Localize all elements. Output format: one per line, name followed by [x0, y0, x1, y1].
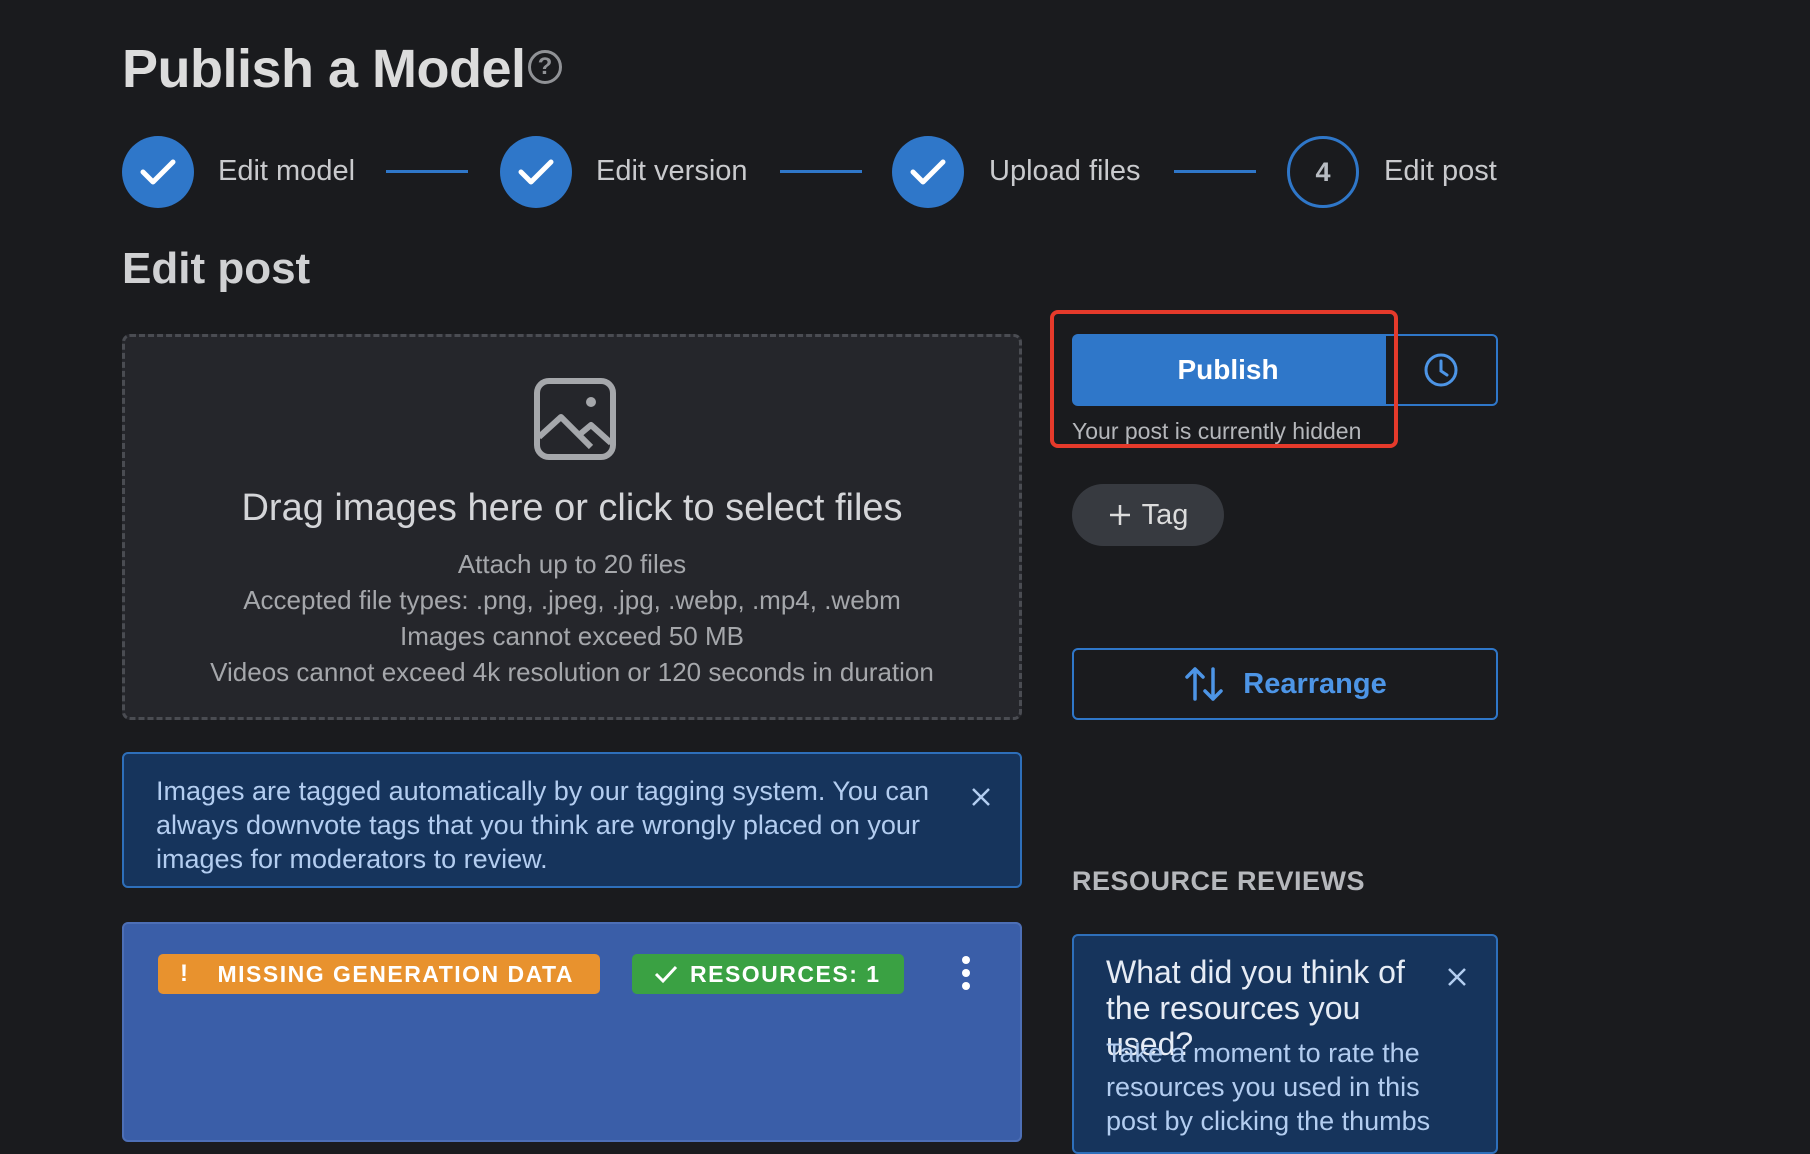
rearrange-label: Rearrange — [1243, 667, 1387, 700]
check-icon — [654, 964, 678, 984]
dropzone-image-size-limit: Images cannot exceed 50 MB — [400, 621, 744, 651]
step-upload-files-label[interactable]: Upload files — [989, 155, 1141, 188]
kebab-menu-icon[interactable] — [960, 956, 972, 996]
sort-arrows-icon — [1183, 665, 1225, 703]
dropzone-main-text: Drag images here or click to select file… — [241, 487, 903, 529]
publish-button[interactable]: Publish — [1072, 334, 1384, 406]
image-icon — [533, 377, 617, 466]
tagging-info-text: Images are tagged automatically by our t… — [156, 776, 929, 874]
uploaded-image-card[interactable]: ! MISSING GENERATION DATA RESOURCES: 1 — [122, 922, 1022, 1142]
step-edit-post-number[interactable]: 4 — [1287, 136, 1359, 208]
clock-icon — [1423, 352, 1459, 388]
step-edit-model-label[interactable]: Edit model — [218, 155, 355, 188]
post-visibility-text: Your post is currently hidden — [1072, 418, 1362, 444]
step-edit-version-label[interactable]: Edit version — [596, 155, 748, 188]
review-card-body: Take a moment to rate the resources you … — [1106, 1038, 1431, 1136]
rearrange-button[interactable]: Rearrange — [1072, 648, 1498, 720]
add-tag-label: Tag — [1141, 498, 1189, 531]
step-connector — [780, 170, 862, 173]
resources-badge[interactable]: RESOURCES: 1 — [632, 954, 904, 994]
plus-icon — [1108, 503, 1132, 527]
missing-generation-data-label: MISSING GENERATION DATA — [217, 960, 574, 987]
close-icon[interactable] — [1446, 964, 1468, 995]
image-dropzone[interactable]: Drag images here or click to select file… — [122, 334, 1022, 720]
step-upload-files-check-icon[interactable] — [892, 136, 964, 208]
exclamation-icon: ! — [180, 960, 190, 987]
step-edit-version-check-icon[interactable] — [500, 136, 572, 208]
dropzone-video-limit: Videos cannot exceed 4k resolution or 12… — [210, 657, 934, 687]
step-edit-model-check-icon[interactable] — [122, 136, 194, 208]
resource-reviews-heading: RESOURCE REVIEWS — [1072, 866, 1366, 896]
close-icon[interactable] — [970, 784, 992, 815]
step-connector — [386, 170, 468, 173]
step-edit-post-label[interactable]: Edit post — [1384, 155, 1497, 188]
missing-generation-data-badge[interactable]: ! MISSING GENERATION DATA — [158, 954, 600, 994]
dropzone-file-limit: Attach up to 20 files — [457, 549, 687, 579]
resource-review-card: What did you think of the resources you … — [1072, 934, 1498, 1154]
resources-label: RESOURCES: 1 — [690, 960, 881, 987]
tagging-info-alert: Images are tagged automatically by our t… — [122, 752, 1022, 888]
dropzone-file-types: Accepted file types: .png, .jpeg, .jpg, … — [243, 585, 901, 615]
page-title: Publish a Model — [122, 39, 526, 99]
schedule-button[interactable] — [1384, 334, 1498, 406]
step-connector — [1174, 170, 1256, 173]
question-circle-icon[interactable]: ? — [528, 50, 562, 84]
add-tag-button[interactable]: Tag — [1072, 484, 1224, 546]
section-title: Edit post — [122, 244, 311, 293]
